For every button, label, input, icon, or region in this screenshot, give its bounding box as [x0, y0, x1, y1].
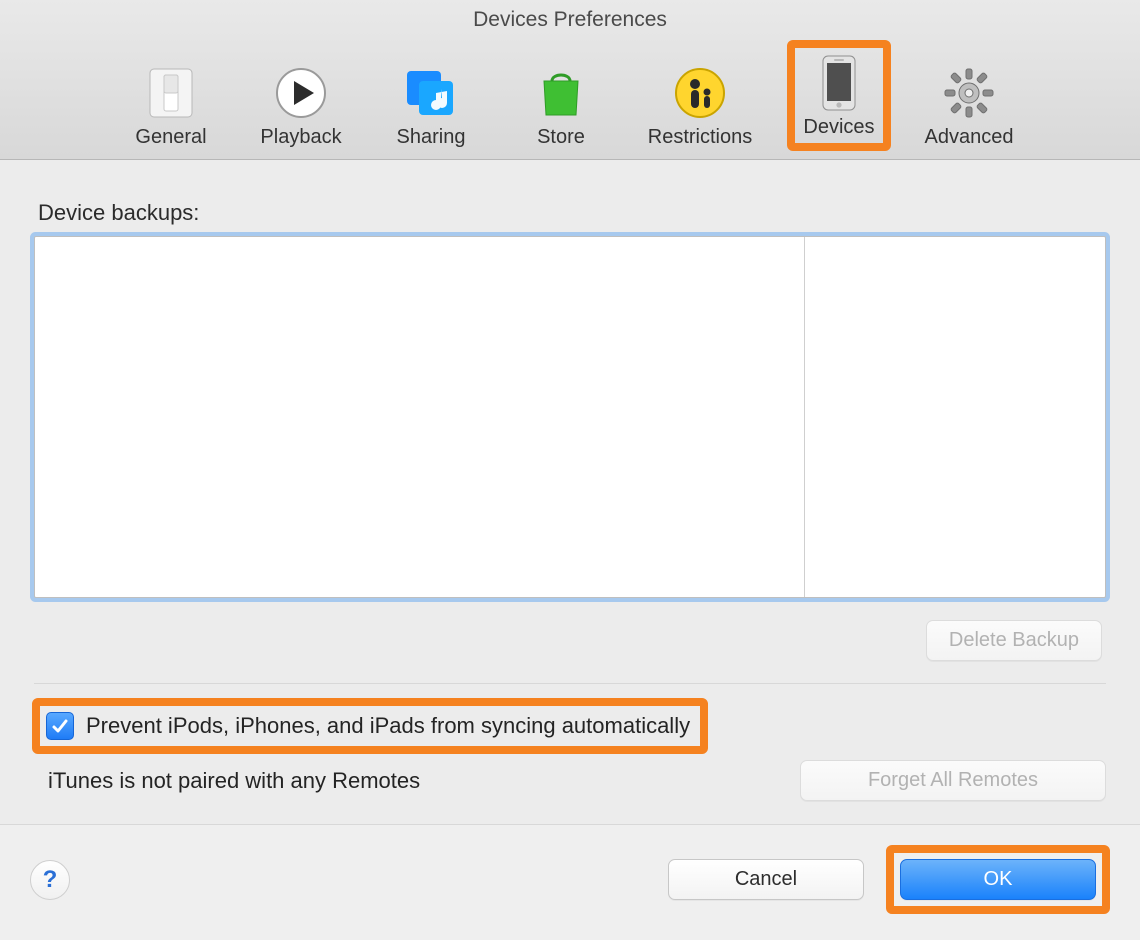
window-title: Devices Preferences: [0, 6, 1140, 38]
tab-label: Sharing: [397, 126, 466, 149]
prevent-sync-row[interactable]: Prevent iPods, iPhones, and iPads from s…: [32, 698, 708, 754]
tab-label: Store: [537, 126, 585, 149]
music-share-icon: [400, 62, 462, 124]
tab-store[interactable]: Store: [506, 60, 616, 151]
tab-restrictions[interactable]: Restrictions: [636, 60, 764, 151]
device-backups-label: Device backups:: [38, 200, 1106, 226]
titlebar: Devices Preferences General: [0, 0, 1140, 160]
list-column-date: [805, 237, 1105, 597]
ok-button[interactable]: OK: [900, 859, 1096, 900]
footer-bar: ? Cancel OK: [0, 824, 1140, 940]
tab-general[interactable]: General: [116, 60, 226, 151]
tab-label: Advanced: [925, 126, 1014, 149]
switch-icon: [140, 62, 202, 124]
prevent-sync-checkbox[interactable]: [46, 712, 74, 740]
parental-icon: [669, 62, 731, 124]
ok-button-highlight: OK: [886, 845, 1110, 914]
forget-remotes-button[interactable]: Forget All Remotes: [800, 760, 1106, 801]
remotes-status-text: iTunes is not paired with any Remotes: [48, 768, 420, 794]
help-button[interactable]: ?: [30, 860, 70, 900]
iphone-icon: [808, 52, 870, 114]
play-icon: [270, 62, 332, 124]
preferences-window: Devices Preferences General: [0, 0, 1140, 940]
tab-devices[interactable]: Devices: [784, 40, 894, 151]
delete-backup-button[interactable]: Delete Backup: [926, 620, 1102, 661]
shopping-bag-icon: [530, 62, 592, 124]
tab-label: Playback: [260, 126, 341, 149]
gear-icon: [938, 62, 1000, 124]
cancel-button[interactable]: Cancel: [668, 859, 864, 900]
content-area: Device backups: Delete Backup Prevent iP…: [0, 160, 1140, 824]
tab-sharing[interactable]: Sharing: [376, 60, 486, 151]
device-backups-list[interactable]: [34, 236, 1106, 598]
tab-label: Restrictions: [648, 126, 752, 149]
section-divider: [34, 683, 1106, 684]
prevent-sync-label: Prevent iPods, iPhones, and iPads from s…: [86, 713, 690, 739]
tab-label: General: [135, 126, 206, 149]
tab-playback[interactable]: Playback: [246, 60, 356, 151]
tab-label: Devices: [803, 116, 874, 139]
remotes-row: iTunes is not paired with any Remotes Fo…: [34, 760, 1106, 801]
list-column-name: [35, 237, 804, 597]
tab-advanced[interactable]: Advanced: [914, 60, 1024, 151]
preferences-toolbar: General Playback: [0, 38, 1140, 159]
